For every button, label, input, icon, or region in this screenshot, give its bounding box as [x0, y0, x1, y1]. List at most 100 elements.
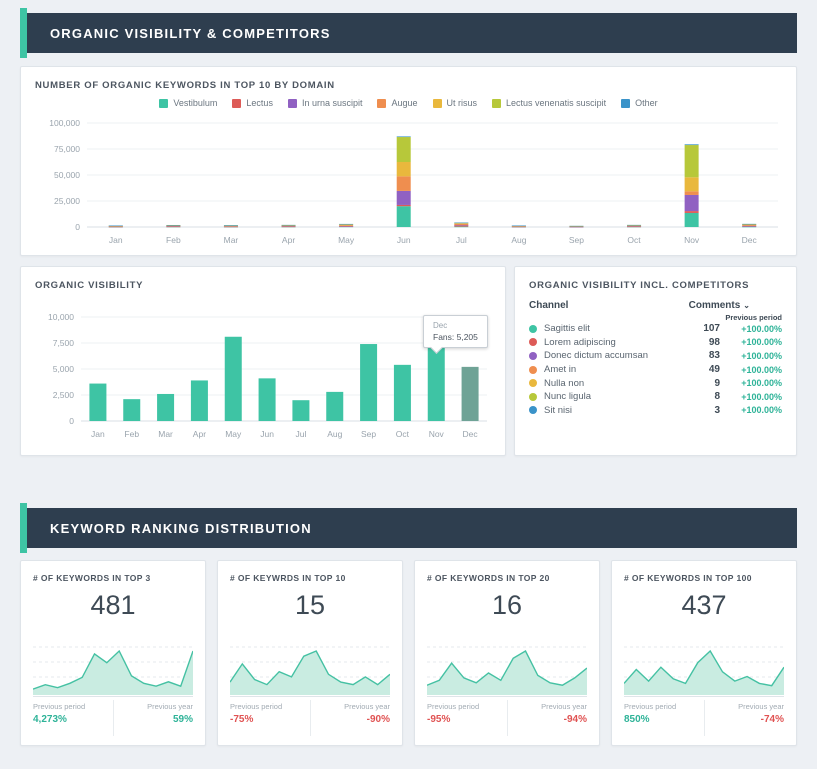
competitor-rows: Sagittis elit107+100.00%Lorem adipiscing…	[529, 322, 782, 417]
previous-period-value: +100.00%	[720, 351, 782, 361]
section-accent-bar	[20, 503, 27, 553]
svg-text:75,000: 75,000	[54, 144, 80, 154]
legend-item[interactable]: Ut risus	[433, 98, 478, 108]
competitors-table-title: ORGANIC VISIBILITY INCL. COMPETITORS	[515, 267, 796, 291]
previous-period-change: 4,273%	[33, 714, 67, 725]
legend-item[interactable]: Vestibulum	[159, 98, 217, 108]
column-header-channel: Channel	[529, 300, 568, 311]
previous-period-label: Previous period	[427, 702, 479, 711]
channel-color-dot	[529, 393, 537, 401]
previous-period-value: +100.00%	[720, 392, 782, 402]
table-row[interactable]: Nulla non9+100.00%	[529, 376, 782, 390]
table-row[interactable]: Amet in49+100.00%	[529, 363, 782, 377]
comments-value: 9	[686, 378, 720, 389]
previous-year-change: 59%	[173, 714, 193, 725]
channel-color-dot	[529, 406, 537, 414]
stacked-bar-chart[interactable]: 025,00050,00075,000100,000JanFebMarAprMa…	[35, 115, 784, 253]
column-header-comments-sort[interactable]: Comments ⌄	[689, 300, 782, 311]
channel-name: Nunc ligula	[544, 391, 686, 402]
kpi-sparkline	[624, 633, 784, 697]
svg-text:Jan: Jan	[109, 235, 123, 245]
legend-swatch	[621, 99, 630, 108]
svg-text:0: 0	[75, 222, 80, 232]
previous-period-value: +100.00%	[720, 378, 782, 388]
kpi-sparkline	[230, 633, 390, 697]
kpi-title: # OF KEYWRDS IN TOP 10	[218, 561, 402, 583]
channel-color-dot	[529, 325, 537, 333]
previous-period-label: Previous period	[230, 702, 282, 711]
table-row[interactable]: Donec dictum accumsan83+100.00%	[529, 349, 782, 363]
svg-text:Jul: Jul	[295, 429, 306, 439]
comments-value: 8	[686, 391, 720, 402]
channel-name: Sagittis elit	[544, 323, 686, 334]
svg-text:Sep: Sep	[569, 235, 584, 245]
kpi-card-top10: # OF KEYWRDS IN TOP 10 15 Previous perio…	[217, 560, 403, 746]
svg-text:50,000: 50,000	[54, 170, 80, 180]
channel-name: Nulla non	[544, 378, 686, 389]
visibility-chart-title: ORGANIC VISIBILITY	[21, 267, 505, 291]
legend-swatch	[159, 99, 168, 108]
svg-text:Oct: Oct	[627, 235, 641, 245]
kpi-title: # OF KEYWORDS IN TOP 20	[415, 561, 599, 583]
legend-item[interactable]: Lectus venenatis suscipit	[492, 98, 606, 108]
svg-text:Dec: Dec	[742, 235, 758, 245]
svg-text:0: 0	[69, 416, 74, 426]
previous-year-change: -94%	[564, 714, 587, 725]
legend-item[interactable]: Lectus	[232, 98, 273, 108]
legend-item[interactable]: Augue	[377, 98, 417, 108]
chart-tooltip: Dec Fans: 5,205	[423, 315, 488, 348]
kpi-value: 437	[612, 590, 796, 621]
kpi-changes-row: -75% -90%	[230, 714, 390, 725]
section-accent-bar	[20, 8, 27, 58]
svg-text:Oct: Oct	[396, 429, 410, 439]
svg-text:Jun: Jun	[260, 429, 274, 439]
legend-swatch	[377, 99, 386, 108]
previous-year-label: Previous year	[738, 702, 784, 711]
kpi-changes-row: 4,273% 59%	[33, 714, 193, 725]
channel-name: Amet in	[544, 364, 686, 375]
kpi-changes-row: -95% -94%	[427, 714, 587, 725]
kpi-value: 15	[218, 590, 402, 621]
visibility-chart-card: ORGANIC VISIBILITY 02,5005,0007,50010,00…	[20, 266, 506, 456]
previous-year-label: Previous year	[541, 702, 587, 711]
table-row[interactable]: Nunc ligula8+100.00%	[529, 390, 782, 404]
legend-item[interactable]: In urna suscipit	[288, 98, 363, 108]
previous-period-value: +100.00%	[720, 337, 782, 347]
legend-label: Other	[635, 98, 658, 108]
kpi-card-top3: # OF KEYWORDS IN TOP 3 481 Previous peri…	[20, 560, 206, 746]
svg-text:Apr: Apr	[282, 235, 295, 245]
stacked-chart-title: NUMBER OF ORGANIC KEYWORDS IN TOP 10 BY …	[21, 67, 796, 91]
column-header-previous-period: Previous period	[529, 313, 782, 322]
legend-swatch	[232, 99, 241, 108]
legend-label: Lectus venenatis suscipit	[506, 98, 606, 108]
tooltip-value: Fans: 5,205	[433, 332, 478, 342]
legend-item[interactable]: Other	[621, 98, 658, 108]
svg-text:Feb: Feb	[166, 235, 181, 245]
svg-text:Aug: Aug	[327, 429, 342, 439]
kpi-labels-row: Previous period Previous year	[427, 702, 587, 711]
table-row[interactable]: Sagittis elit107+100.00%	[529, 322, 782, 336]
kpi-labels-row: Previous period Previous year	[230, 702, 390, 711]
legend-label: Lectus	[246, 98, 273, 108]
comments-value: 83	[686, 350, 720, 361]
svg-text:Sep: Sep	[361, 429, 376, 439]
svg-text:Dec: Dec	[463, 429, 479, 439]
table-header-row: Channel Comments ⌄	[529, 300, 782, 311]
kpi-labels-row: Previous period Previous year	[33, 702, 193, 711]
section-header-organic: ORGANIC VISIBILITY & COMPETITORS	[20, 13, 797, 53]
svg-text:100,000: 100,000	[49, 118, 80, 128]
previous-period-label: Previous period	[33, 702, 85, 711]
kpi-title: # OF KEYWORDS IN TOP 100	[612, 561, 796, 583]
kpi-sparkline	[33, 633, 193, 697]
kpi-value: 481	[21, 590, 205, 621]
svg-text:10,000: 10,000	[48, 312, 74, 322]
table-row[interactable]: Sit nisi3+100.00%	[529, 404, 782, 418]
svg-text:25,000: 25,000	[54, 196, 80, 206]
svg-text:Jul: Jul	[456, 235, 467, 245]
table-row[interactable]: Lorem adipiscing98+100.00%	[529, 336, 782, 350]
svg-text:Aug: Aug	[511, 235, 526, 245]
previous-period-change: -95%	[427, 714, 450, 725]
svg-text:7,500: 7,500	[53, 338, 75, 348]
channel-name: Sit nisi	[544, 405, 686, 416]
comments-header-label: Comments	[689, 300, 741, 311]
